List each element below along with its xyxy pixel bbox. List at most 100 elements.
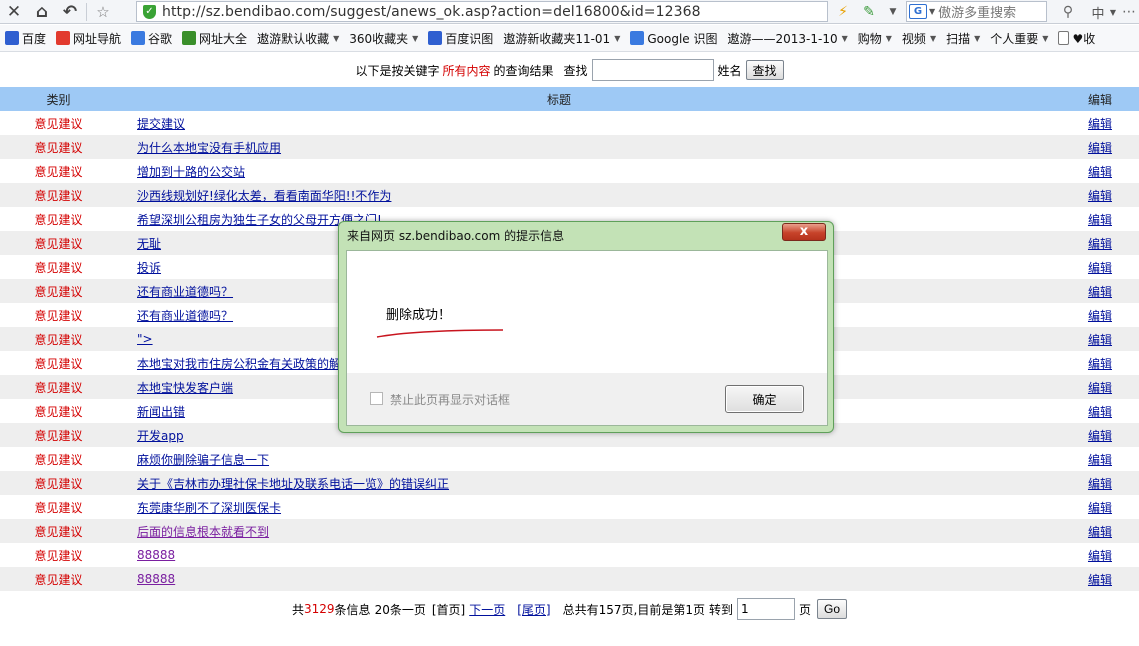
- row-edit-link[interactable]: 编辑: [1088, 165, 1112, 179]
- favorite-item[interactable]: 360收藏夹 ▼: [344, 25, 423, 51]
- search-button[interactable]: 查找: [745, 60, 784, 80]
- row-edit-link[interactable]: 编辑: [1088, 189, 1112, 203]
- row-title-cell: 提交建议: [137, 111, 1061, 135]
- maxthon-icon: [182, 31, 197, 45]
- favorite-item[interactable]: Google 识图: [625, 25, 722, 51]
- search-input[interactable]: [591, 59, 714, 81]
- chevron-down-icon[interactable]: ▼: [929, 7, 935, 16]
- favorite-item[interactable]: 遨游新收藏夹11-01 ▼: [498, 25, 625, 51]
- row-spacer: [117, 111, 137, 135]
- search-scope: 所有内容: [442, 63, 491, 78]
- menu-icon[interactable]: ⋯: [1120, 2, 1138, 22]
- row-edit-link[interactable]: 编辑: [1088, 333, 1112, 347]
- row-title-link[interactable]: 后面的信息根本就看不到: [137, 525, 269, 539]
- row-title-cell: 为什么本地宝没有手机应用: [137, 135, 1061, 159]
- favorite-label: 谷歌: [148, 31, 173, 46]
- row-edit-link[interactable]: 编辑: [1088, 525, 1112, 539]
- row-title-link[interactable]: 新闻出错: [137, 405, 185, 419]
- row-edit-link[interactable]: 编辑: [1088, 141, 1112, 155]
- row-edit-link[interactable]: 编辑: [1088, 453, 1112, 467]
- row-edit-link[interactable]: 编辑: [1088, 285, 1112, 299]
- row-edit-link[interactable]: 编辑: [1088, 117, 1112, 131]
- row-category: 意见建议: [0, 471, 117, 495]
- row-title-link[interactable]: 投诉: [137, 261, 161, 275]
- favorite-label: 网址大全: [199, 31, 248, 46]
- row-edit-link[interactable]: 编辑: [1088, 237, 1112, 251]
- favorite-item[interactable]: 购物 ▼: [853, 25, 897, 51]
- row-title-link[interactable]: 为什么本地宝没有手机应用: [137, 141, 281, 155]
- row-title-link[interactable]: 麻烦你删除骗子信息一下: [137, 453, 269, 467]
- row-title-link[interactable]: 东莞康华刷不了深圳医保卡: [137, 501, 281, 515]
- row-edit-cell: 编辑: [1061, 279, 1139, 303]
- home-icon[interactable]: ⌂: [28, 1, 56, 23]
- row-title-link[interactable]: ">: [137, 332, 153, 346]
- pin-icon[interactable]: ✎: [856, 2, 882, 22]
- row-title-link[interactable]: 本地宝对我市住房公积金有关政策的解读: [137, 357, 353, 371]
- row-spacer: [117, 255, 137, 279]
- row-edit-link[interactable]: 编辑: [1088, 429, 1112, 443]
- goto-page-input[interactable]: 1: [736, 598, 795, 620]
- lightning-icon[interactable]: ⚡: [830, 2, 856, 22]
- last-page-link[interactable]: [尾页]: [517, 601, 550, 618]
- row-title-link[interactable]: 无耻: [137, 237, 161, 251]
- favorite-item[interactable]: 遨游默认收藏 ▼: [252, 25, 344, 51]
- page-summary: 总共有157页,目前是第1页: [562, 602, 705, 617]
- favorite-item[interactable]: 谷歌: [126, 25, 177, 51]
- row-edit-link[interactable]: 编辑: [1088, 381, 1112, 395]
- row-edit-link[interactable]: 编辑: [1088, 501, 1112, 515]
- search-engine-field[interactable]: G ▼ 傲游多重搜索: [906, 1, 1047, 22]
- dialog-close-button[interactable]: x: [782, 223, 826, 241]
- favorite-item[interactable]: 百度识图: [423, 25, 498, 51]
- chevron-down-icon: ▼: [1042, 33, 1049, 43]
- row-title-link[interactable]: 88888: [137, 548, 175, 562]
- search-engine-icon[interactable]: G: [909, 4, 927, 19]
- favorite-item[interactable]: 视频 ▼: [897, 25, 941, 51]
- row-edit-link[interactable]: 编辑: [1088, 477, 1112, 491]
- row-title-link[interactable]: 提交建议: [137, 117, 185, 131]
- row-title-link[interactable]: 本地宝快发客户端: [137, 381, 233, 395]
- row-edit-cell: 编辑: [1061, 519, 1139, 543]
- row-title-link[interactable]: 开发app: [137, 429, 184, 443]
- search-prefix: 以下是按关键字: [355, 63, 440, 78]
- favorite-item[interactable]: 网址大全: [177, 25, 252, 51]
- row-category: 意见建议: [34, 308, 83, 323]
- favorite-label: 个人重要: [990, 31, 1039, 46]
- row-title-link[interactable]: 还有商业道德吗？: [137, 285, 233, 299]
- search-submit-icon[interactable]: ⚲: [1055, 2, 1081, 22]
- row-title-link[interactable]: 还有商业道德吗？: [137, 309, 233, 323]
- row-edit-link[interactable]: 编辑: [1088, 357, 1112, 371]
- url-field[interactable]: ✓ http://sz.bendibao.com/suggest/anews_o…: [136, 1, 828, 22]
- chevron-down-icon[interactable]: ▼: [880, 2, 906, 22]
- favorite-item[interactable]: 网址导航: [51, 25, 126, 51]
- row-edit-link[interactable]: 编辑: [1088, 309, 1112, 323]
- row-edit-link[interactable]: 编辑: [1088, 405, 1112, 419]
- row-edit-link[interactable]: 编辑: [1088, 573, 1112, 587]
- favorite-item[interactable]: ♥收: [1053, 25, 1100, 51]
- stop-icon[interactable]: ✕: [0, 1, 28, 23]
- favorite-item[interactable]: 遨游——2013-1-10 ▼: [722, 25, 852, 51]
- row-edit-link[interactable]: 编辑: [1088, 549, 1112, 563]
- google-icon: [630, 31, 645, 45]
- row-title-link[interactable]: 增加到十路的公交站: [137, 165, 245, 179]
- row-spacer: [117, 423, 137, 447]
- go-button[interactable]: Go: [817, 599, 848, 619]
- table-row: 意见建议 沙西线规划好!绿化太差，看看南面华阳!!不作为 编辑: [0, 183, 1139, 207]
- favorite-item[interactable]: 百度: [0, 25, 51, 51]
- dialog-message: 删除成功！: [386, 308, 452, 323]
- row-title-link[interactable]: 88888: [137, 572, 175, 586]
- favorite-item[interactable]: 扫描 ▼: [941, 25, 985, 51]
- dialog-ok-button[interactable]: 确定: [725, 385, 804, 413]
- next-page-link[interactable]: 下一页: [469, 601, 505, 618]
- favorite-star-icon[interactable]: ☆: [89, 1, 117, 23]
- row-title-link[interactable]: 沙西线规划好!绿化太差，看看南面华阳!!不作为: [137, 189, 391, 203]
- row-edit-link[interactable]: 编辑: [1088, 213, 1112, 227]
- row-edit-link[interactable]: 编辑: [1088, 261, 1112, 275]
- chevron-down-icon[interactable]: ▼: [1106, 2, 1120, 22]
- row-edit-cell: 编辑: [1061, 567, 1139, 591]
- row-category: 意见建议: [34, 164, 83, 179]
- suppress-dialog-checkbox[interactable]: [370, 392, 383, 405]
- row-title-link[interactable]: 关于《吉林市办理社保卡地址及联系电话一览》的错误纠正: [137, 477, 449, 491]
- chevron-down-icon: ▼: [412, 33, 419, 43]
- undo-icon[interactable]: ↶: [56, 1, 84, 23]
- favorite-item[interactable]: 个人重要 ▼: [985, 25, 1053, 51]
